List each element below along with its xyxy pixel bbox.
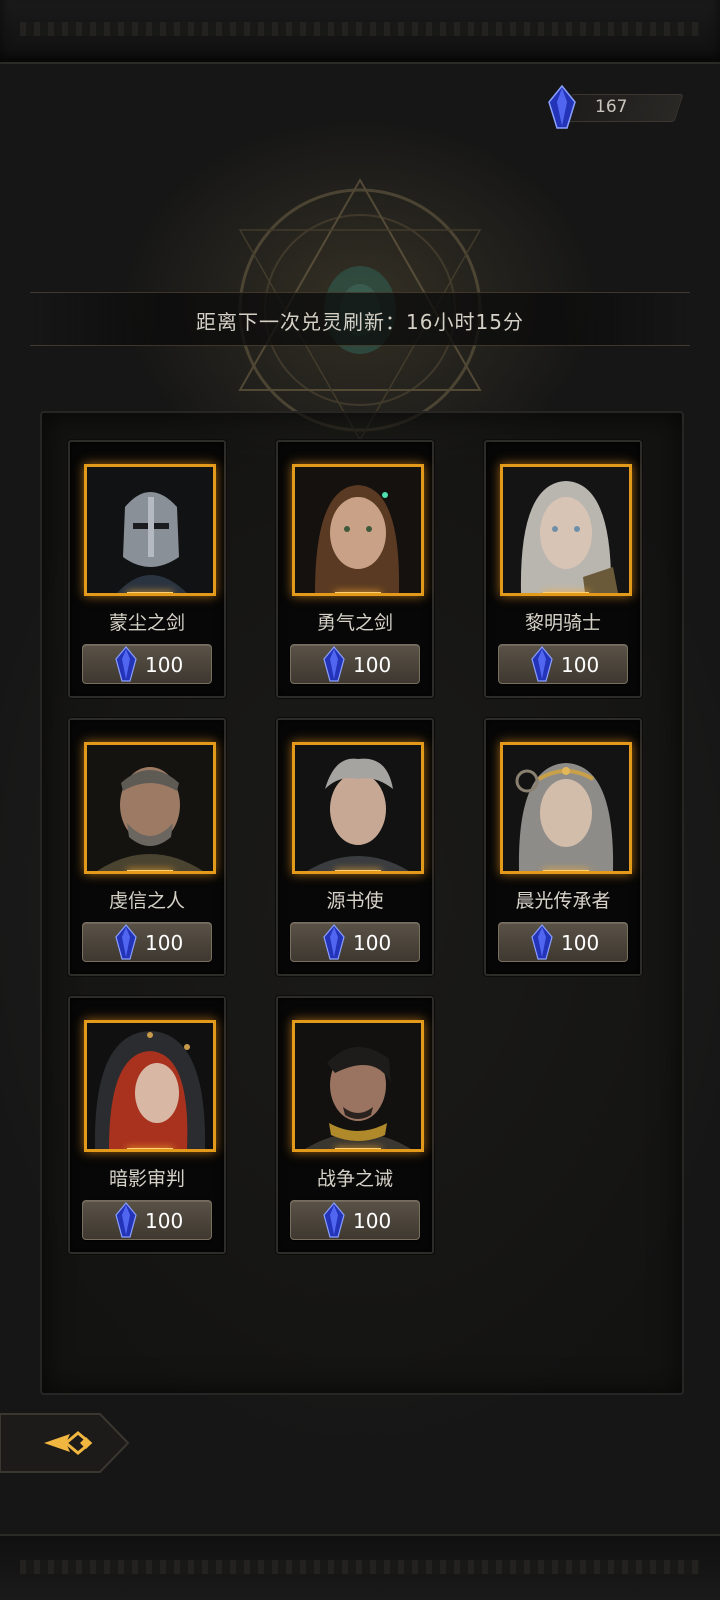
dark-haired-warrior-portrait: [295, 1023, 421, 1149]
cost-value: 100: [145, 1209, 184, 1233]
hero-name: 晨光传承者: [515, 890, 611, 912]
hero-card[interactable]: 黎明骑士 100: [484, 440, 642, 698]
cost-value: 100: [353, 1209, 392, 1233]
hero-name: 源书使: [326, 890, 384, 912]
currency-display: 167: [545, 84, 685, 129]
crowned-woman-portrait: [503, 745, 629, 871]
blue-crystal-icon: [115, 924, 137, 960]
top-ornament-border: [0, 0, 720, 64]
exchange-cost-button[interactable]: 100: [498, 644, 628, 684]
portrait-frame: [292, 464, 424, 596]
blue-crystal-icon: [531, 646, 553, 682]
cost-value: 100: [145, 931, 184, 955]
back-arrow-icon: [0, 1413, 130, 1473]
hero-name: 暗影审判: [108, 1168, 185, 1190]
portrait-frame: [84, 1020, 216, 1152]
hero-card[interactable]: 蒙尘之剑 100: [68, 440, 226, 698]
hero-name: 虔信之人: [108, 890, 185, 912]
hero-card[interactable]: 暗影审判 100: [68, 996, 226, 1254]
cost-value: 100: [353, 931, 392, 955]
portrait-frame: [292, 1020, 424, 1152]
hero-name: 战争之诫: [316, 1168, 393, 1190]
hero-card[interactable]: 虔信之人 100: [68, 718, 226, 976]
blue-crystal-icon: [323, 646, 345, 682]
exchange-cost-button[interactable]: 100: [290, 644, 420, 684]
portrait-frame: [84, 464, 216, 596]
exchange-cost-button[interactable]: 100: [290, 1200, 420, 1240]
refresh-timer-text: 距离下一次兑灵刷新：16小时15分: [196, 310, 524, 334]
hero-card[interactable]: 战争之诫 100: [276, 996, 434, 1254]
brown-haired-woman-portrait: [295, 467, 421, 593]
hero-name: 黎明骑士: [524, 612, 601, 634]
silver-haired-youth-portrait: [295, 745, 421, 871]
currency-value: 167: [595, 97, 628, 117]
back-button[interactable]: [0, 1412, 130, 1474]
hero-card[interactable]: 晨光传承者 100: [484, 718, 642, 976]
hero-card[interactable]: 勇气之剑 100: [276, 440, 434, 698]
portrait-frame: [292, 742, 424, 874]
portrait-frame: [500, 742, 632, 874]
refresh-timer-banner: 距离下一次兑灵刷新：16小时15分: [30, 292, 690, 346]
cost-value: 100: [353, 653, 392, 677]
blue-crystal-icon: [323, 924, 345, 960]
blue-crystal-icon: [548, 84, 576, 129]
blue-crystal-icon: [323, 1202, 345, 1238]
helmeted-knight-portrait: [87, 467, 213, 593]
exchange-cost-button[interactable]: 100: [498, 922, 628, 962]
exchange-cost-button[interactable]: 100: [82, 644, 212, 684]
bearded-man-portrait: [87, 745, 213, 871]
exchange-cost-button[interactable]: 100: [82, 1200, 212, 1240]
hooded-red-haired-woman-portrait: [87, 1023, 213, 1149]
exchange-cost-button[interactable]: 100: [82, 922, 212, 962]
portrait-frame: [500, 464, 632, 596]
hero-name: 蒙尘之剑: [108, 612, 185, 634]
exchange-cost-button[interactable]: 100: [290, 922, 420, 962]
portrait-frame: [84, 742, 216, 874]
blue-crystal-icon: [115, 646, 137, 682]
blue-crystal-icon: [115, 1202, 137, 1238]
blue-crystal-icon: [531, 924, 553, 960]
silver-haired-woman-portrait: [503, 467, 629, 593]
cost-value: 100: [561, 931, 600, 955]
bottom-ornament-border: [0, 1534, 720, 1600]
exchange-screen: 167 距离下一次兑灵刷新：16小时15分 蒙尘之剑 100 勇气之剑 100 …: [0, 0, 720, 1600]
hero-card[interactable]: 源书使 100: [276, 718, 434, 976]
cost-value: 100: [561, 653, 600, 677]
hero-name: 勇气之剑: [316, 612, 393, 634]
cost-value: 100: [145, 653, 184, 677]
